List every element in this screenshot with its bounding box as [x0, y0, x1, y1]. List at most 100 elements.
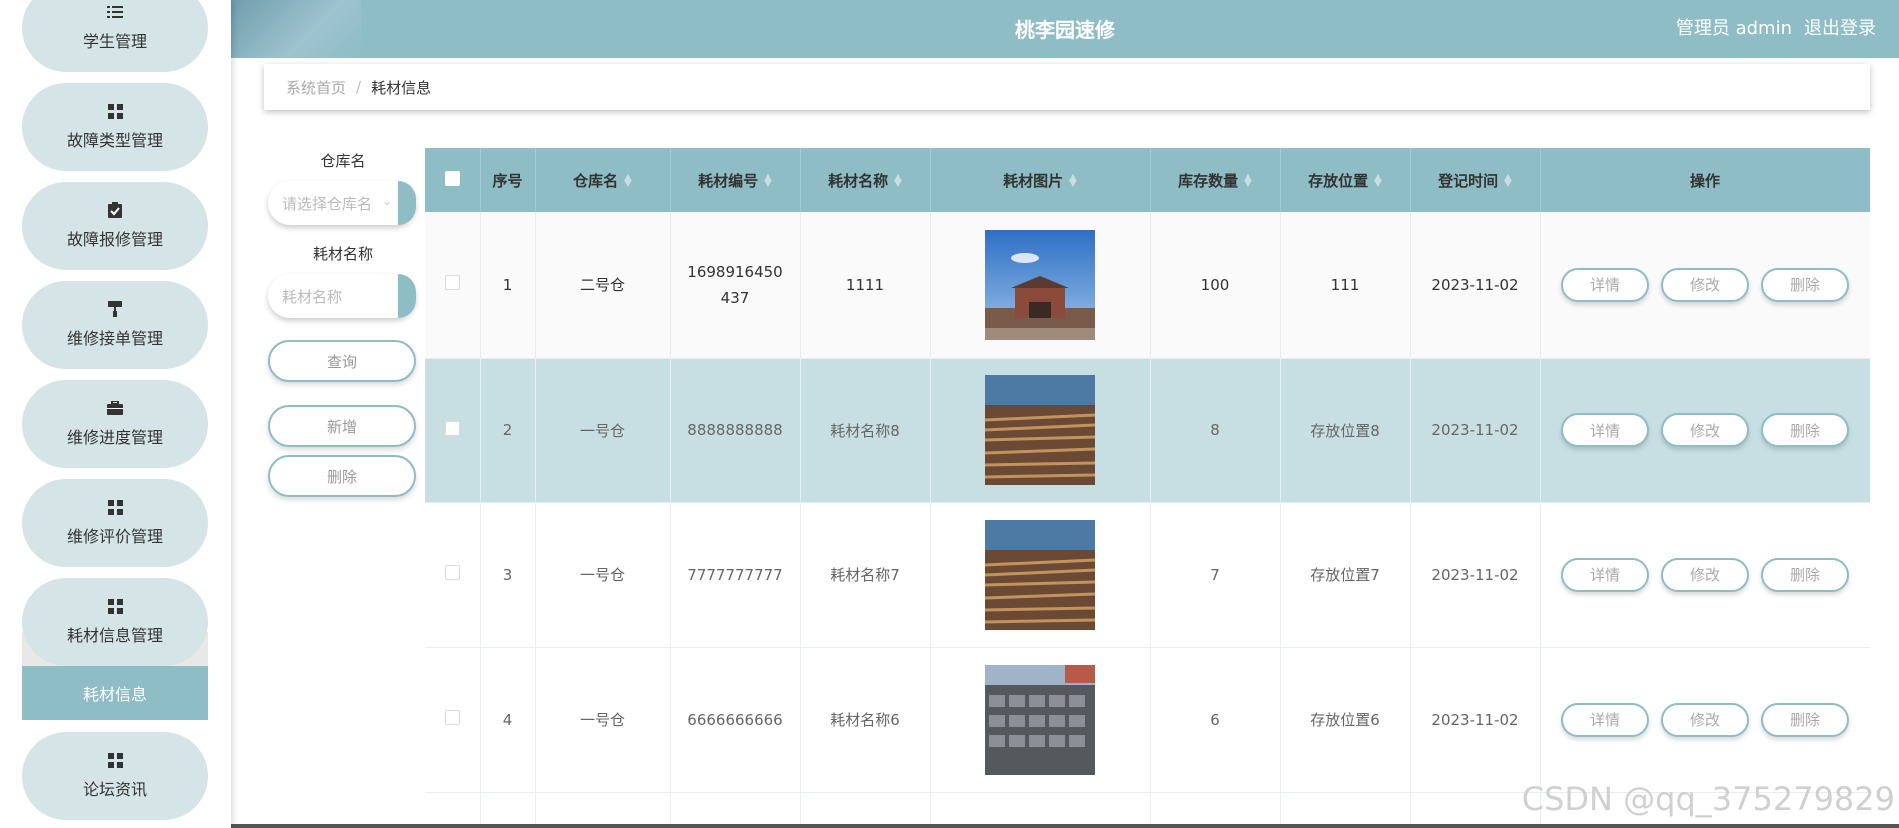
cell-image: [930, 358, 1151, 503]
sort-icon[interactable]: ▲ ▼: [1069, 173, 1077, 189]
delete-button[interactable]: 删除: [1761, 267, 1849, 302]
delete-button[interactable]: 删除: [1761, 557, 1849, 592]
table-row[interactable]: 3 一号仓 7777777777 耗材名称7 7 存放位置7 2023-11-0…: [425, 502, 1870, 648]
row-checkbox[interactable]: [444, 275, 460, 291]
select-all-header: [425, 148, 481, 212]
col-header-code[interactable]: 耗材编号 ▲ ▼: [670, 148, 801, 212]
consumable-name-placeholder: 耗材名称: [282, 287, 343, 306]
consumable-image[interactable]: [985, 519, 1095, 630]
col-header-qty[interactable]: 库存数量 ▲ ▼: [1150, 148, 1281, 212]
sidebar-item-repair-review[interactable]: 维修评价管理: [22, 479, 208, 567]
chevron-down-icon: ⌄: [381, 194, 392, 208]
sort-icon[interactable]: ▲ ▼: [1244, 173, 1252, 189]
logout-link[interactable]: 退出登录: [1804, 14, 1876, 40]
sidebar-item-forum[interactable]: 论坛资讯: [22, 732, 208, 820]
cell-name: 耗材名称7: [800, 502, 931, 648]
cell-location: 存放位置8: [1280, 358, 1411, 503]
detail-button[interactable]: 详情: [1561, 413, 1649, 447]
row-checkbox[interactable]: [444, 565, 460, 580]
cell-qty: 8: [1150, 358, 1281, 503]
cell-code: 7777777777: [670, 502, 801, 648]
sidebar-subitem-consumable-info[interactable]: 耗材信息: [22, 666, 208, 720]
cell-no: 4: [480, 647, 536, 793]
sort-icon[interactable]: ▲ ▼: [1504, 173, 1512, 189]
table-row[interactable]: 1 二号仓 1698916450437 1111 100 111 2023-11…: [425, 212, 1870, 359]
select-all-checkbox[interactable]: [444, 170, 460, 186]
clipboard-check-icon: [107, 202, 123, 218]
row-checkbox[interactable]: [444, 420, 460, 436]
delete-button[interactable]: 删除: [1761, 413, 1849, 447]
detail-button[interactable]: 详情: [1561, 557, 1649, 592]
cell-actions: 详情 修改 删除: [1540, 502, 1870, 648]
delete-button[interactable]: 删除: [1761, 702, 1849, 737]
add-button[interactable]: 新增: [268, 405, 416, 447]
col-header-name[interactable]: 耗材名称 ▲ ▼: [800, 148, 931, 212]
sidebar-item-repair-order[interactable]: 维修接单管理: [22, 281, 208, 369]
breadcrumb-home[interactable]: 系统首页: [286, 77, 346, 98]
sort-icon[interactable]: ▲ ▼: [1374, 173, 1382, 189]
sort-icon[interactable]: ▲ ▼: [624, 173, 632, 189]
warehouse-select[interactable]: 请选择仓库名 ⌄: [268, 181, 416, 225]
col-header-warehouse[interactable]: 仓库名 ▲ ▼: [535, 148, 671, 212]
row-checkbox[interactable]: [444, 710, 460, 725]
top-header: 桃李园速修 管理员 admin 退出登录: [231, 0, 1899, 58]
col-header-no: 序号: [480, 148, 536, 212]
table-row[interactable]: 2 一号仓 8888888888 耗材名称8 8 存放位置8 2023-11-0…: [425, 358, 1870, 503]
cell-image: [930, 502, 1151, 648]
watermark: CSDN @qq_375279829: [1521, 780, 1895, 818]
edit-button[interactable]: 修改: [1661, 413, 1749, 447]
input-accent-cap: [398, 181, 416, 225]
grid-icon: [107, 499, 123, 515]
col-header-date[interactable]: 登记时间 ▲ ▼: [1410, 148, 1541, 212]
sidebar-item-student[interactable]: 学生管理: [22, 0, 208, 72]
cell-date: 2023-11-02: [1410, 647, 1541, 793]
consumable-name-label: 耗材名称: [312, 245, 373, 263]
sort-icon[interactable]: ▲ ▼: [764, 173, 772, 189]
table-row[interactable]: 4 一号仓 6666666666 耗材名称6 6 存放位置6 2023-11-0…: [425, 647, 1870, 793]
cell-location: 111: [1280, 212, 1411, 359]
grid-icon: [107, 103, 123, 119]
sidebar-item-consumables[interactable]: 耗材信息管理: [22, 578, 208, 666]
warehouse-select-placeholder: 请选择仓库名: [282, 194, 373, 213]
breadcrumb-current: 耗材信息: [371, 78, 432, 97]
col-header-image[interactable]: 耗材图片 ▲ ▼: [930, 148, 1151, 212]
sidebar-item-fault-report[interactable]: 故障报修管理: [22, 182, 208, 270]
sidebar-item-repair-progress[interactable]: 维修进度管理: [22, 380, 208, 468]
cell-qty: 6: [1150, 647, 1281, 793]
cell-image: [930, 212, 1151, 359]
col-header-location[interactable]: 存放位置 ▲ ▼: [1280, 148, 1411, 212]
cell-code: 1698916450437: [670, 212, 801, 359]
cell-no: 1: [480, 212, 536, 359]
consumable-image[interactable]: [985, 229, 1095, 340]
table-header-row: 序号 仓库名 ▲ ▼ 耗材编号 ▲ ▼ 耗材名称 ▲ ▼ 耗材图片 ▲ ▼ 库存数量 ▲ ▼ 存放位…: [425, 148, 1870, 212]
sidebar-item-label: 故障类型管理: [66, 131, 163, 150]
warehouse-label: 仓库名: [320, 152, 366, 170]
batch-delete-button[interactable]: 删除: [268, 455, 416, 497]
sort-icon[interactable]: ▲ ▼: [894, 173, 902, 189]
cell-actions: 详情 修改 删除: [1540, 647, 1870, 793]
query-button[interactable]: 查询: [268, 340, 416, 382]
detail-button[interactable]: 详情: [1561, 702, 1649, 737]
consumable-name-input[interactable]: 耗材名称: [268, 274, 416, 318]
cell-image: [930, 647, 1151, 793]
sidebar-item-fault-type[interactable]: 故障类型管理: [22, 83, 208, 171]
cell-date: 2023-11-02: [1410, 212, 1541, 359]
edit-button[interactable]: 修改: [1661, 267, 1749, 302]
edit-button[interactable]: 修改: [1661, 702, 1749, 737]
detail-button[interactable]: 详情: [1561, 267, 1649, 302]
briefcase-icon: [107, 400, 123, 416]
consumable-image[interactable]: [985, 664, 1095, 775]
cell-no: 3: [480, 502, 536, 648]
consumable-image[interactable]: [985, 375, 1095, 485]
cell-location: 存放位置7: [1280, 502, 1411, 648]
cell-code: 8888888888: [670, 358, 801, 503]
sidebar-item-label: 学生管理: [82, 32, 147, 51]
edit-button[interactable]: 修改: [1661, 557, 1749, 592]
current-user[interactable]: 管理员 admin: [1676, 14, 1792, 40]
sidebar-item-label: 维修评价管理: [66, 527, 163, 546]
cell-qty: 7: [1150, 502, 1281, 648]
sidebar-item-label: 耗材信息管理: [66, 626, 163, 645]
cell-date: 2023-11-02: [1410, 358, 1541, 503]
consumables-table: 序号 仓库名 ▲ ▼ 耗材编号 ▲ ▼ 耗材名称 ▲ ▼ 耗材图片 ▲ ▼ 库存数量 ▲ ▼ 存放位…: [425, 148, 1870, 828]
cell-warehouse: 一号仓: [535, 647, 671, 793]
